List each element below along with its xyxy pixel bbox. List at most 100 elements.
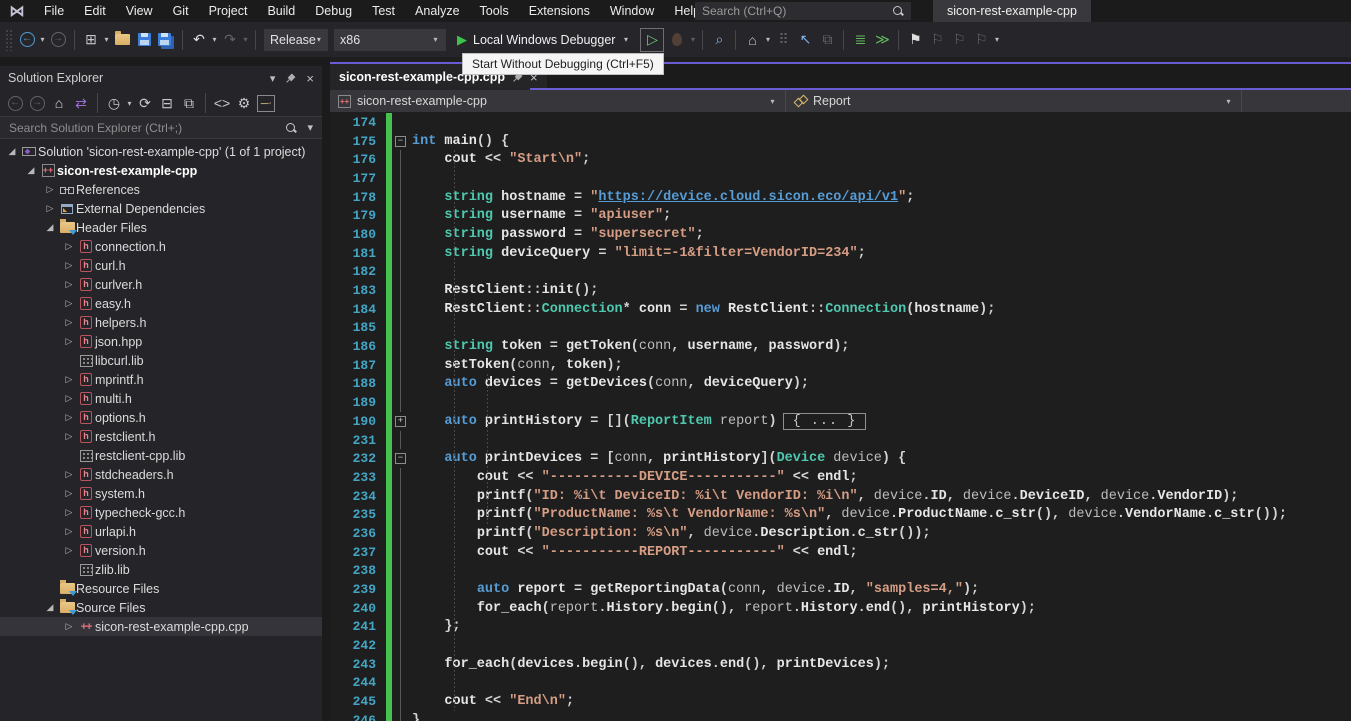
bookmark-next-icon[interactable]: ⚐ xyxy=(949,29,969,51)
code-line[interactable]: 178 string hostname = "https://device.cl… xyxy=(330,188,1351,207)
tree-item[interactable]: ▷hstdcheaders.h xyxy=(0,465,322,484)
configuration-select[interactable]: Release▾ xyxy=(264,29,328,51)
select-pointer-icon[interactable]: ↖ xyxy=(795,29,815,51)
tree-item[interactable]: ▷hversion.h xyxy=(0,541,322,560)
menu-build[interactable]: Build xyxy=(257,0,305,22)
tree-item[interactable]: ▷hhelpers.h xyxy=(0,313,322,332)
menu-extensions[interactable]: Extensions xyxy=(519,0,600,22)
se-refresh-icon[interactable]: ⟳ xyxy=(135,92,155,114)
chevron-down-icon[interactable]: ▾ xyxy=(125,99,134,108)
tree-expand-arrow-icon[interactable]: ◢ xyxy=(42,222,58,233)
code-line[interactable]: 174 xyxy=(330,113,1351,132)
tree-expand-arrow-icon[interactable]: ▷ xyxy=(61,488,77,499)
menu-tools[interactable]: Tools xyxy=(470,0,519,22)
open-file-icon[interactable] xyxy=(112,29,132,51)
menu-project[interactable]: Project xyxy=(199,0,258,22)
tree-expand-arrow-icon[interactable]: ▷ xyxy=(42,203,58,214)
column-dots-icon[interactable]: ⠿ xyxy=(773,29,793,51)
chevron-down-icon[interactable]: ▾ xyxy=(210,35,219,44)
se-pending-changes-icon[interactable]: ◷ xyxy=(104,92,124,114)
code-line[interactable]: 232− auto printDevices = [conn, printHis… xyxy=(330,449,1351,468)
code-line[interactable]: 185 xyxy=(330,319,1351,338)
nav-forward-icon[interactable]: → xyxy=(48,29,68,51)
code-line[interactable]: 231 xyxy=(330,431,1351,450)
bookmark-prev-icon[interactable]: ⚐ xyxy=(927,29,947,51)
tree-expand-arrow-icon[interactable]: ▷ xyxy=(61,545,77,556)
tree-expand-arrow-icon[interactable]: ▷ xyxy=(61,260,77,271)
tree-expand-arrow-icon[interactable]: ▷ xyxy=(61,374,77,385)
tree-item[interactable]: ▷hoptions.h xyxy=(0,408,322,427)
collapsed-region-box[interactable]: { ... } xyxy=(783,413,867,430)
menu-file[interactable]: File xyxy=(34,0,74,22)
code-line[interactable]: 181 string deviceQuery = "limit=-1&filte… xyxy=(330,244,1351,263)
tree-item[interactable]: ▷hurlapi.h xyxy=(0,522,322,541)
tree-expand-arrow-icon[interactable]: ▷ xyxy=(61,393,77,404)
tree-expand-arrow-icon[interactable]: ▷ xyxy=(61,621,77,632)
code-line[interactable]: 246} xyxy=(330,711,1351,721)
tree-item[interactable]: ◢Source Files xyxy=(0,598,322,617)
tree-item[interactable]: restclient-cpp.lib xyxy=(0,446,322,465)
home-window-icon[interactable]: ⌂ xyxy=(742,29,762,51)
collapse-icon[interactable]: − xyxy=(395,136,406,147)
code-line[interactable]: 242 xyxy=(330,636,1351,655)
code-line[interactable]: 236 printf("Description: %s\n", device.D… xyxy=(330,524,1351,543)
tree-expand-arrow-icon[interactable]: ◢ xyxy=(23,165,39,176)
tree-expand-arrow-icon[interactable]: ▷ xyxy=(61,298,77,309)
expand-icon[interactable]: + xyxy=(395,416,406,427)
tree-item[interactable]: ▷hmprintf.h xyxy=(0,370,322,389)
start-without-debugging-button[interactable]: ▷ xyxy=(640,28,664,52)
tree-item[interactable]: libcurl.lib xyxy=(0,351,322,370)
find-in-files-icon[interactable]: ⌕ xyxy=(709,29,729,51)
menu-analyze[interactable]: Analyze xyxy=(405,0,469,22)
tree-item[interactable]: ▷++sicon-rest-example-cpp.cpp xyxy=(0,617,322,636)
chevron-down-icon[interactable]: ▾ xyxy=(241,35,250,44)
code-line[interactable]: 237 cout << "-----------REPORT----------… xyxy=(330,543,1351,562)
new-project-icon[interactable]: ⊞ xyxy=(81,29,101,51)
code-line[interactable]: 244 xyxy=(330,674,1351,693)
copy-icon[interactable]: ⧉ xyxy=(817,29,837,51)
se-view-code-icon[interactable]: <> xyxy=(212,92,232,114)
code-line[interactable]: 235 printf("ProductName: %s\t VendorName… xyxy=(330,505,1351,524)
tree-expand-arrow-icon[interactable]: ▷ xyxy=(61,507,77,518)
chevron-down-icon[interactable]: ▾ xyxy=(992,35,1001,44)
tree-item[interactable]: ▷References xyxy=(0,180,322,199)
search-options-chevron-icon[interactable]: ▾ xyxy=(307,121,313,134)
tree-expand-arrow-icon[interactable]: ▷ xyxy=(61,431,77,442)
bookmark-clear-icon[interactable]: ⚐ xyxy=(971,29,991,51)
tree-expand-arrow-icon[interactable]: ▷ xyxy=(61,317,77,328)
tree-expand-arrow-icon[interactable]: ▷ xyxy=(61,526,77,537)
se-show-all-files-icon[interactable]: ⧉ xyxy=(179,92,199,114)
code-editor[interactable]: 174175−int main() {176 cout << "Start\n"… xyxy=(330,112,1351,721)
code-line[interactable]: 188 auto devices = getDevices(conn, devi… xyxy=(330,375,1351,394)
se-sync-active-document-icon[interactable]: ⇄ xyxy=(71,92,91,114)
code-line[interactable]: 243 for_each(devices.begin(), devices.en… xyxy=(330,655,1351,674)
code-line[interactable]: 233 cout << "-----------DEVICE----------… xyxy=(330,468,1351,487)
code-line[interactable]: 182 xyxy=(330,263,1351,282)
fold-marker-icon[interactable]: − xyxy=(392,132,410,151)
code-line[interactable]: 245 cout << "End\n"; xyxy=(330,692,1351,711)
tree-item[interactable]: ▷hsystem.h xyxy=(0,484,322,503)
tree-item[interactable]: ◢Header Files xyxy=(0,218,322,237)
code-line[interactable]: 177 xyxy=(330,169,1351,188)
se-properties-wrench-icon[interactable]: ⚙ xyxy=(234,92,254,114)
se-preview-pane-icon[interactable]: ─ᐧ xyxy=(256,92,276,114)
tree-item[interactable]: ◢Solution 'sicon-rest-example-cpp' (1 of… xyxy=(0,142,322,161)
member-dropdown[interactable]: Report ▾ xyxy=(786,90,1241,112)
bookmark-icon[interactable]: ⚑ xyxy=(905,29,925,51)
tree-item[interactable]: ▷hmulti.h xyxy=(0,389,322,408)
start-debugging-button[interactable]: ▶Local Windows Debugger▾ xyxy=(451,29,636,51)
tree-item[interactable]: Resource Files xyxy=(0,579,322,598)
save-icon[interactable] xyxy=(134,29,154,51)
format-document-icon[interactable]: ≣ xyxy=(850,29,870,51)
tree-expand-arrow-icon[interactable]: ▷ xyxy=(61,336,77,347)
code-line[interactable]: 239 auto report = getReportingData(conn,… xyxy=(330,580,1351,599)
profiler-flame-icon[interactable] xyxy=(667,29,687,51)
tree-item[interactable]: zlib.lib xyxy=(0,560,322,579)
solution-explorer-search-input[interactable]: Search Solution Explorer (Ctrl+;) ▾ xyxy=(0,116,322,139)
tree-item[interactable]: ▷hconnection.h xyxy=(0,237,322,256)
tree-expand-arrow-icon[interactable]: ▷ xyxy=(61,412,77,423)
code-line[interactable]: 179 string username = "apiuser"; xyxy=(330,206,1351,225)
menu-test[interactable]: Test xyxy=(362,0,405,22)
panel-options-chevron-icon[interactable]: ▾ xyxy=(270,72,276,85)
code-line[interactable]: 175−int main() { xyxy=(330,132,1351,151)
